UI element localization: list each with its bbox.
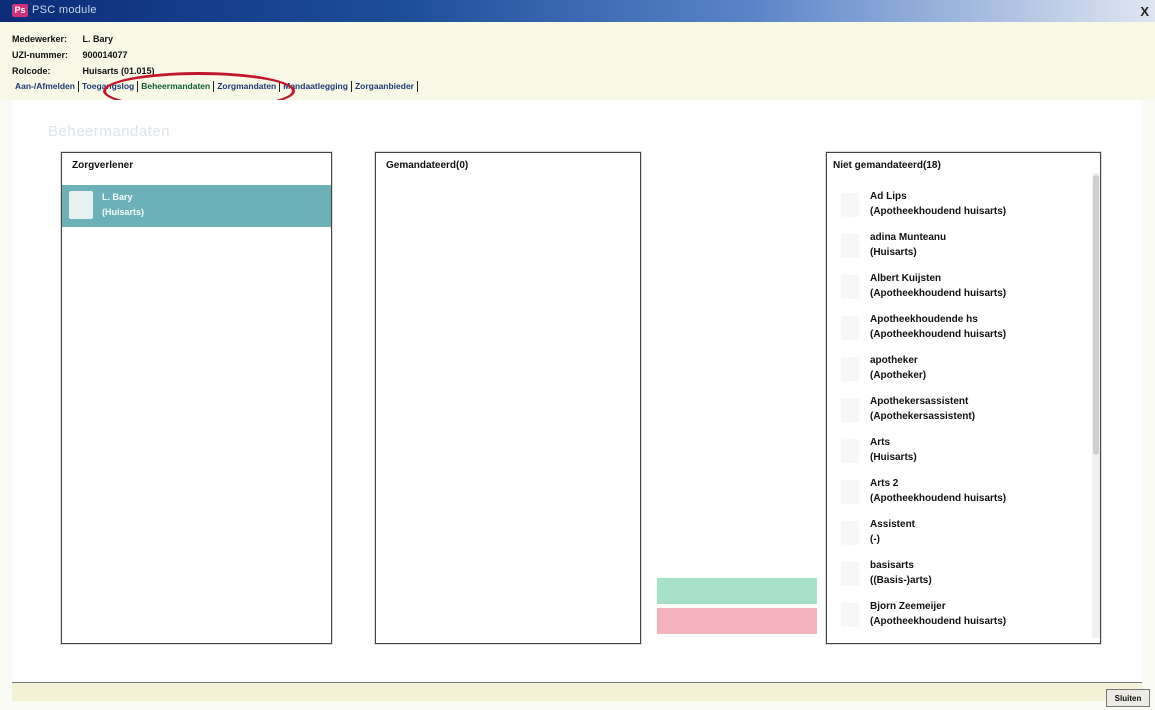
scrollbar[interactable] xyxy=(1092,173,1100,638)
list-item[interactable]: Apothekersassistent (Apothekersassistent) xyxy=(827,392,1089,433)
zorgverlener-panel: Zorgverlener L. Bary (Huisarts) xyxy=(61,152,332,644)
avatar xyxy=(841,275,859,299)
zorgverlener-header: Zorgverlener xyxy=(72,160,134,171)
niet-gemandateerd-header: Niet gemandateerd(18) xyxy=(833,160,941,171)
list-item[interactable]: Assistent (-) xyxy=(827,515,1089,556)
tab-bar: Aan-/Afmelden Toegangslog Beheermandaten… xyxy=(12,79,418,93)
list-item[interactable]: Arts (Huisarts) xyxy=(827,433,1089,474)
rolcode-value: Huisarts (01.015) xyxy=(82,66,155,76)
section-title: Beheermandaten xyxy=(48,123,171,140)
add-mandate-button[interactable] xyxy=(657,578,817,604)
list-item-role: (Apotheekhoudend huisarts) xyxy=(870,616,1007,627)
avatar xyxy=(841,398,859,422)
list-item[interactable]: Bjorn Zeemeijer (Apotheekhoudend huisarts… xyxy=(827,597,1089,638)
scrollbar-thumb[interactable] xyxy=(1093,175,1099,455)
list-item[interactable]: Apotheekhoudende hs (Apotheekhoudend huis… xyxy=(827,310,1089,351)
avatar xyxy=(841,316,859,340)
tab-zorgmandaten[interactable]: Zorgmandaten xyxy=(214,81,279,91)
avatar xyxy=(841,562,859,586)
close-icon[interactable]: X xyxy=(1140,4,1149,19)
list-item-role: (Apothekersassistent) xyxy=(870,411,976,422)
zorgverlener-name: L. Bary xyxy=(102,192,133,202)
avatar xyxy=(841,357,859,381)
list-item-name: adina Munteanu xyxy=(870,232,947,243)
niet-gemandateerd-panel: Niet gemandateerd(18) Ad Lips (Apotheekho… xyxy=(826,152,1101,644)
rolcode-label: Rolcode: xyxy=(12,66,51,76)
tab-toegangslog[interactable]: Toegangslog xyxy=(79,81,137,91)
list-item-role: (-) xyxy=(870,534,880,545)
list-item[interactable]: apotheker (Apotheker) xyxy=(827,351,1089,392)
niet-gemandateerd-list: Ad Lips (Apotheekhoudend huisarts) adina … xyxy=(827,187,1089,638)
list-item-name: Assistent xyxy=(870,519,916,530)
list-item-role: (Apotheekhoudend huisarts) xyxy=(870,288,1007,299)
zorgverlener-role: (Huisarts) xyxy=(102,207,145,217)
list-item[interactable]: Arts 2 (Apotheekhoudend huisarts) xyxy=(827,474,1089,515)
list-item-role: (Apotheekhoudend huisarts) xyxy=(870,493,1007,504)
medewerker-row: Medewerker: L. Bary xyxy=(12,34,113,44)
title-bar: Ps PSC module X xyxy=(0,0,1155,22)
list-item-name: Bjorn Zeemeijer xyxy=(870,601,946,612)
list-item-role: (Apotheekhoudend huisarts) xyxy=(870,329,1007,340)
list-item-role: (Huisarts) xyxy=(870,452,917,463)
list-item-name: basisarts xyxy=(870,560,914,571)
list-item-role: (Huisarts) xyxy=(870,247,917,258)
list-item[interactable]: basisarts ((Basis-)arts) xyxy=(827,556,1089,597)
rolcode-row: Rolcode: Huisarts (01.015) xyxy=(12,66,155,76)
list-item-name: Apothekersassistent xyxy=(870,396,969,407)
list-item-role: (Apotheker) xyxy=(870,370,927,381)
gemandateerd-header: Gemandateerd(0) xyxy=(386,160,469,171)
remove-mandate-button[interactable] xyxy=(657,608,817,634)
avatar xyxy=(841,234,859,258)
uzi-value: 900014077 xyxy=(82,50,128,60)
window-title: PSC module xyxy=(32,4,97,16)
list-item-role: ((Basis-)arts) xyxy=(870,575,932,586)
medewerker-label: Medewerker: xyxy=(12,34,68,44)
list-item[interactable]: Albert Kuijsten (Apotheekhoudend huisarts… xyxy=(827,269,1089,310)
tab-zorgaanbieder[interactable]: Zorgaanbieder xyxy=(352,81,417,91)
tab-aan-afmelden[interactable]: Aan-/Afmelden xyxy=(12,81,78,91)
avatar xyxy=(841,603,859,627)
tab-beheermandaten[interactable]: Beheermandaten xyxy=(138,81,213,91)
list-item-name: Apotheekhoudende hs xyxy=(870,314,978,325)
avatar xyxy=(69,191,93,219)
close-button[interactable]: Sluiten xyxy=(1106,689,1150,707)
avatar xyxy=(841,193,859,217)
list-item-name: Arts 2 xyxy=(870,478,899,489)
uzi-label: UZI-nummer: xyxy=(12,50,68,60)
tab-mandaatlegging[interactable]: Mandaatlegging xyxy=(280,81,351,91)
avatar xyxy=(841,521,859,545)
list-item[interactable]: adina Munteanu (Huisarts) xyxy=(827,228,1089,269)
gemandateerd-panel[interactable]: Gemandateerd(0) xyxy=(375,152,641,644)
list-item-name: Albert Kuijsten xyxy=(870,273,942,284)
list-item-name: Arts xyxy=(870,437,891,448)
uzi-row: UZI-nummer: 900014077 xyxy=(12,50,128,60)
tab-separator xyxy=(417,80,418,92)
list-item-name: apotheker xyxy=(870,355,918,366)
list-item-role: (Apotheekhoudend huisarts) xyxy=(870,206,1007,217)
app-icon: Ps xyxy=(12,4,28,17)
medewerker-value: L. Bary xyxy=(82,34,114,44)
avatar xyxy=(841,480,859,504)
list-item-name: Ad Lips xyxy=(870,191,907,202)
list-item[interactable]: Ad Lips (Apotheekhoudend huisarts) xyxy=(827,187,1089,228)
zorgverlener-selected-item[interactable]: L. Bary (Huisarts) xyxy=(62,185,331,227)
footer-bar xyxy=(12,683,1142,701)
user-info-header: Medewerker: L. Bary UZI-nummer: 90001407… xyxy=(0,22,1155,100)
avatar xyxy=(841,439,859,463)
